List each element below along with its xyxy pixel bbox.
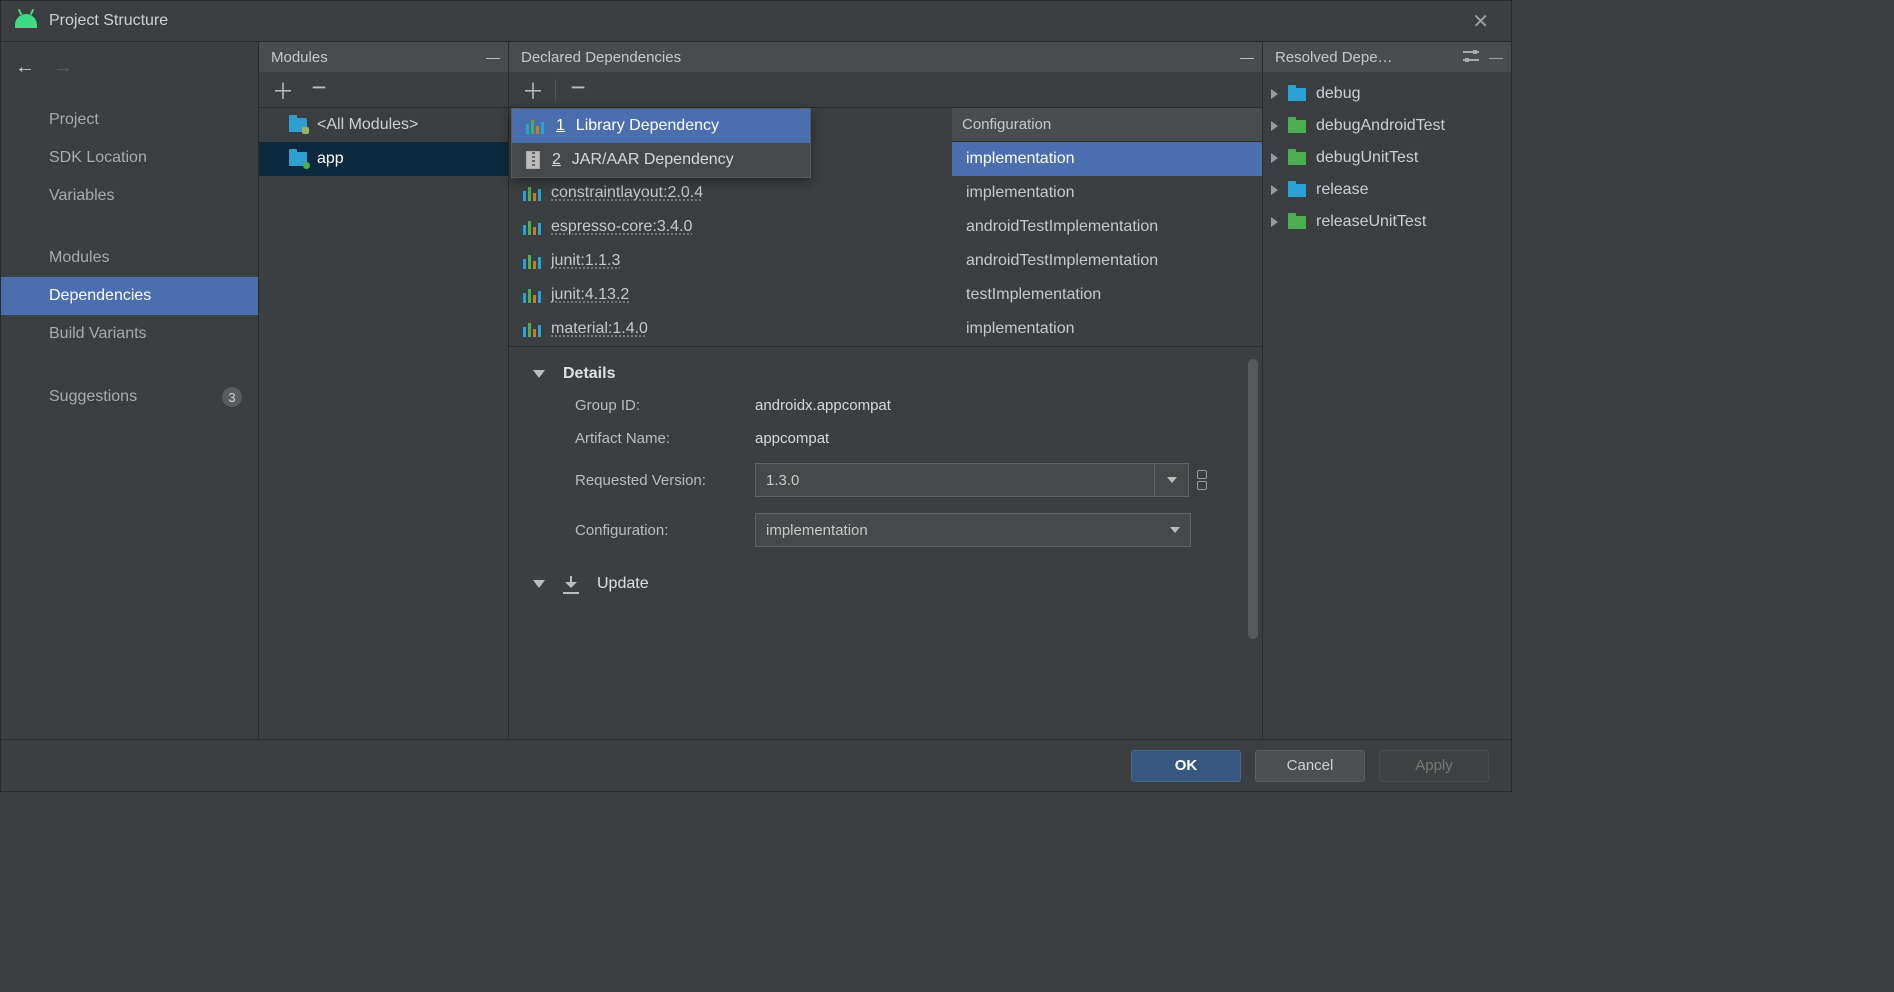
collapse-icon[interactable]	[533, 370, 545, 378]
artifact-label: Artifact Name:	[575, 430, 755, 447]
popup-jar-aar-dependency[interactable]: 2 JAR/AAR Dependency	[512, 143, 810, 177]
android-icon	[15, 14, 37, 28]
remove-dependency-button[interactable]: −	[562, 75, 594, 105]
folder-icon	[1288, 152, 1306, 165]
modules-folder-icon	[289, 118, 307, 132]
titlebar: Project Structure ✕	[1, 1, 1511, 41]
library-icon	[523, 287, 541, 303]
minimize-icon[interactable]: —	[1240, 49, 1254, 65]
chevron-right-icon	[1271, 153, 1278, 163]
close-icon[interactable]: ✕	[1464, 5, 1497, 38]
dialog-footer: OK Cancel Apply	[1, 739, 1511, 791]
group-id-value: androidx.appcompat	[755, 397, 1238, 414]
left-nav: ← → Project SDK Location Variables Modul…	[1, 42, 259, 739]
resolved-dependencies-panel: Resolved Depe… — debug debugAndr	[1263, 42, 1511, 739]
update-title: Update	[597, 575, 649, 593]
resolved-header: Resolved Depe…	[1275, 49, 1393, 66]
popup-library-dependency[interactable]: 1 Library Dependency	[512, 109, 810, 143]
app-module-icon	[289, 152, 307, 166]
configuration-combo[interactable]: implementation	[755, 513, 1191, 547]
window-title: Project Structure	[49, 12, 168, 30]
download-icon	[563, 576, 579, 592]
chevron-down-icon	[1170, 527, 1180, 533]
nav-item-build-variants[interactable]: Build Variants	[1, 315, 258, 353]
dep-col-config: Configuration	[952, 108, 1262, 142]
nav-item-suggestions[interactable]: Suggestions 3	[1, 377, 258, 417]
cancel-button[interactable]: Cancel	[1255, 750, 1365, 782]
chevron-right-icon	[1271, 217, 1278, 227]
modules-header: Modules	[271, 49, 328, 66]
add-dependency-button[interactable]: ＋	[517, 75, 549, 105]
library-icon	[526, 118, 544, 134]
folder-icon	[1288, 216, 1306, 229]
folder-icon	[1288, 184, 1306, 197]
folder-icon	[1288, 88, 1306, 101]
minimize-icon[interactable]: —	[486, 49, 500, 65]
back-arrow-icon[interactable]: ←	[15, 56, 35, 79]
library-icon	[523, 219, 541, 235]
dependency-details: Details Group ID: androidx.appcompat Art…	[509, 346, 1262, 739]
modules-panel: Modules — ＋ − <All Modules> app	[259, 42, 509, 739]
resolved-item-debug[interactable]: debug	[1263, 78, 1511, 110]
nav-item-dependencies[interactable]: Dependencies	[1, 277, 258, 315]
declared-header: Declared Dependencies	[521, 49, 681, 66]
nav-item-variables[interactable]: Variables	[1, 177, 258, 215]
minimize-icon[interactable]: —	[1489, 49, 1503, 66]
add-dependency-popup: 1 Library Dependency 2 JAR/AAR Dependenc…	[511, 108, 811, 178]
folder-icon	[1288, 120, 1306, 133]
chevron-right-icon	[1271, 89, 1278, 99]
library-icon	[523, 321, 541, 337]
apply-button: Apply	[1379, 750, 1489, 782]
artifact-value: appcompat	[755, 430, 1238, 447]
chevron-down-icon	[1167, 477, 1177, 483]
archive-icon	[526, 151, 540, 169]
resolved-item-release-unit-test[interactable]: releaseUnitTest	[1263, 206, 1511, 238]
module-app[interactable]: app	[259, 142, 508, 176]
resolved-item-debug-android-test[interactable]: debugAndroidTest	[1263, 110, 1511, 142]
module-all[interactable]: <All Modules>	[259, 108, 508, 142]
suggestions-badge: 3	[222, 387, 242, 407]
version-dropdown-button[interactable]	[1155, 463, 1189, 497]
settings-icon[interactable]	[1463, 49, 1479, 66]
remove-module-button[interactable]: −	[303, 75, 335, 105]
resolved-item-debug-unit-test[interactable]: debugUnitTest	[1263, 142, 1511, 174]
resolved-item-release[interactable]: release	[1263, 174, 1511, 206]
project-structure-dialog: Project Structure ✕ ← → Project SDK Loca…	[0, 0, 1512, 792]
version-combo[interactable]: 1.3.0	[755, 463, 1155, 497]
scrollbar[interactable]	[1248, 359, 1258, 639]
version-handle-icon[interactable]	[1197, 470, 1207, 490]
declared-dependencies-panel: Declared Dependencies — ＋ −	[509, 42, 1263, 739]
library-icon	[523, 253, 541, 269]
version-label: Requested Version:	[575, 472, 755, 489]
group-id-label: Group ID:	[575, 397, 755, 414]
collapse-icon[interactable]	[533, 580, 545, 588]
chevron-right-icon	[1271, 121, 1278, 131]
nav-item-modules[interactable]: Modules	[1, 239, 258, 277]
library-icon	[523, 185, 541, 201]
ok-button[interactable]: OK	[1131, 750, 1241, 782]
details-title: Details	[563, 365, 615, 383]
nav-item-project[interactable]: Project	[1, 101, 258, 139]
config-label: Configuration:	[575, 522, 755, 539]
forward-arrow-icon: →	[53, 56, 73, 79]
chevron-right-icon	[1271, 185, 1278, 195]
nav-item-sdk-location[interactable]: SDK Location	[1, 139, 258, 177]
add-module-button[interactable]: ＋	[267, 75, 299, 105]
